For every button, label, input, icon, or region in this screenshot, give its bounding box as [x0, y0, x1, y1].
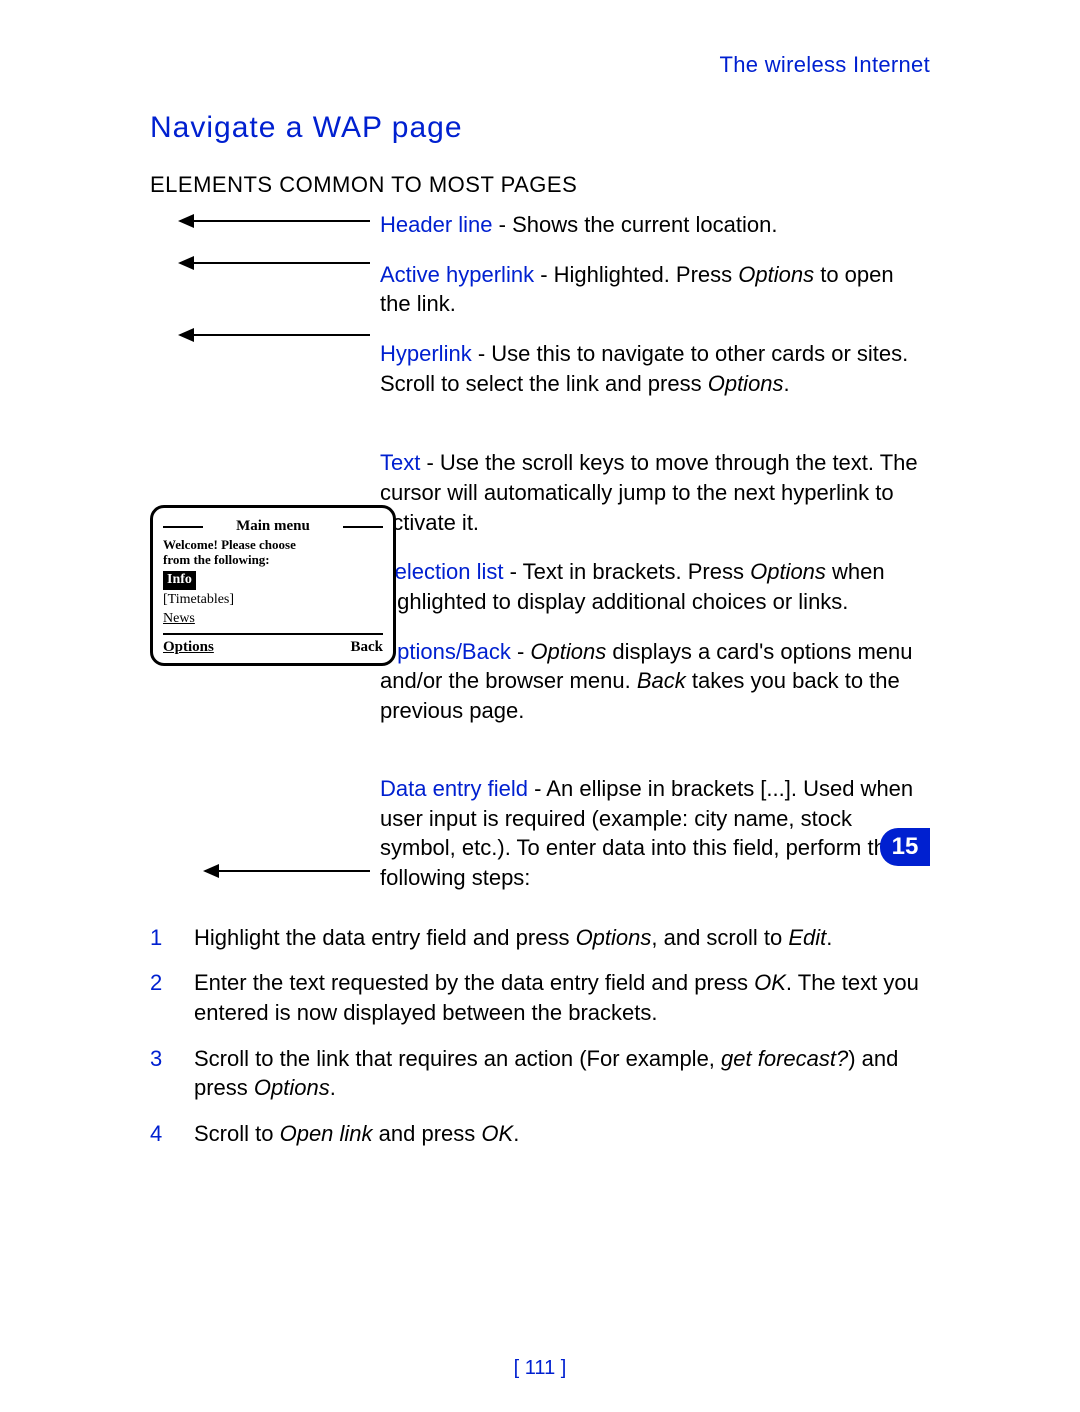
step-3: Scroll to the link that requires an acti…: [194, 1044, 930, 1103]
term-text: Text: [380, 450, 420, 475]
term-hyperlink: Hyperlink: [380, 341, 472, 366]
subsection-heading: ELEMENTS COMMON TO MOST PAGES: [150, 170, 930, 200]
spacer: [150, 746, 930, 774]
phone-welcome-line2: from the following:: [163, 553, 383, 568]
page: The wireless Internet Navigate a WAP pag…: [0, 0, 1080, 1412]
arrow-data-entry: [205, 870, 370, 872]
body-header-line: - Shows the current location.: [493, 212, 778, 237]
edit-keyword: Edit: [788, 925, 826, 950]
arrow-hyperlink: [180, 334, 370, 336]
term-data-entry: Data entry field: [380, 776, 528, 801]
ok-keyword: OK: [754, 970, 786, 995]
def-active-hyperlink: Active hyperlink - Highlighted. Press Op…: [150, 260, 930, 319]
term-selection-list: Selection list: [380, 559, 504, 584]
spacer: [150, 418, 930, 448]
chapter-tab: 15: [880, 828, 930, 866]
arrow-active-hyperlink: [180, 262, 370, 264]
def-header-line: Header line - Shows the current location…: [150, 210, 930, 240]
definitions-area: Main menu Welcome! Please choose from th…: [150, 210, 930, 893]
phone-item-timetables: [Timetables]: [163, 591, 383, 610]
phone-header: Main menu: [163, 516, 383, 536]
def-data-entry: Data entry field - An ellipse in bracket…: [150, 774, 930, 893]
options-keyword: Options: [708, 371, 784, 396]
phone-item-info: Info: [163, 571, 196, 590]
options-keyword: Options: [254, 1075, 330, 1100]
open-link-keyword: Open link: [280, 1121, 373, 1146]
term-active-hyperlink: Active hyperlink: [380, 262, 534, 287]
step-2: Enter the text requested by the data ent…: [194, 968, 930, 1027]
softkey-options: Options: [163, 637, 214, 657]
page-number: [ 111 ]: [0, 1355, 1080, 1382]
phone-item-news: News: [163, 610, 383, 629]
get-forecast-keyword: get forecast?: [721, 1046, 848, 1071]
options-keyword: Options: [576, 925, 652, 950]
step-1: Highlight the data entry field and press…: [194, 923, 930, 953]
term-options-back: Options/Back: [380, 639, 511, 664]
options-keyword: Options: [750, 559, 826, 584]
term-header-line: Header line: [380, 212, 493, 237]
phone-welcome-line1: Welcome! Please choose: [163, 538, 383, 553]
phone-screen: Main menu Welcome! Please choose from th…: [150, 505, 396, 666]
options-keyword: Options: [738, 262, 814, 287]
options-keyword: Options: [530, 639, 606, 664]
step-4: Scroll to Open link and press OK.: [194, 1119, 930, 1149]
softkey-back: Back: [350, 637, 383, 657]
running-header: The wireless Internet: [150, 50, 930, 80]
ok-keyword: OK: [481, 1121, 513, 1146]
arrow-header-line: [180, 220, 370, 222]
steps-list: Highlight the data entry field and press…: [150, 923, 930, 1149]
def-hyperlink: Hyperlink - Use this to navigate to othe…: [150, 339, 930, 398]
phone-softkeys: Options Back: [163, 633, 383, 657]
back-keyword: Back: [637, 668, 686, 693]
section-title: Navigate a WAP page: [150, 108, 930, 149]
